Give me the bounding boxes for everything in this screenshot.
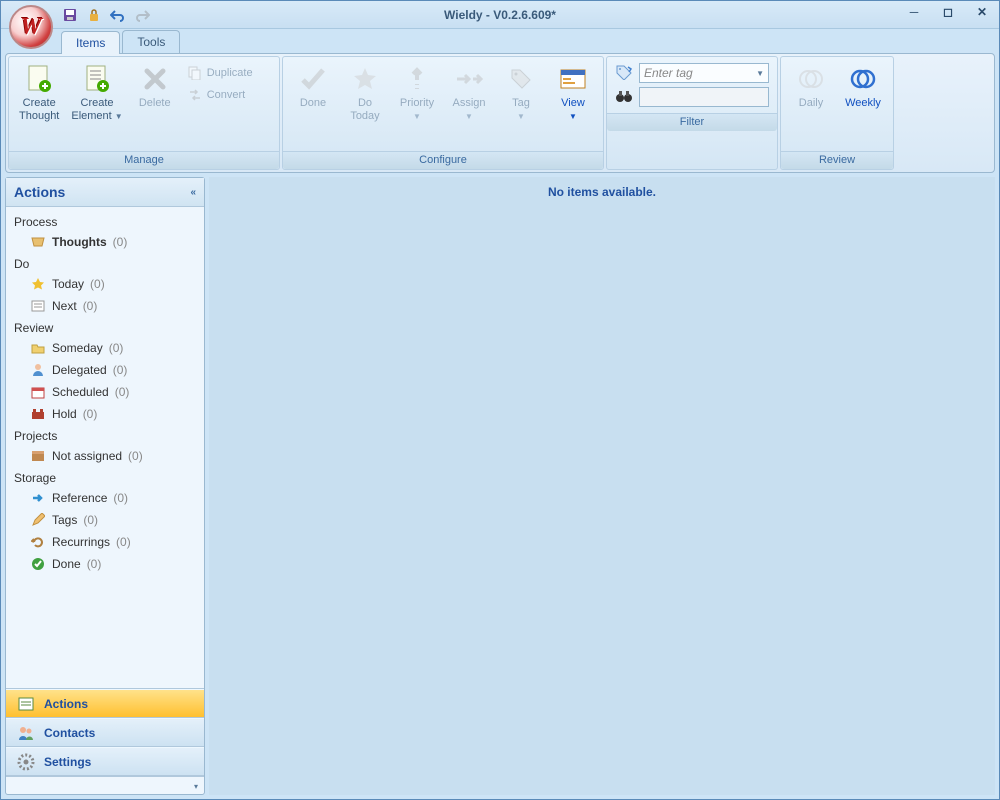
main-panel: No items available.	[209, 177, 995, 795]
section-projects: Projects	[6, 425, 204, 445]
tree-item-thoughts[interactable]: Thoughts (0)	[6, 231, 204, 253]
ribbon-group-configure: Configure	[283, 151, 603, 169]
ribbon-group-filter: Filter	[607, 113, 777, 131]
view-icon	[557, 63, 589, 95]
collapse-icon[interactable]: «	[190, 187, 196, 198]
quick-access-toolbar	[61, 6, 151, 24]
app-logo[interactable]: W	[9, 5, 53, 49]
tree-item-delegated[interactable]: Delegated (0)	[6, 359, 204, 381]
tree-item-done[interactable]: Done (0)	[6, 553, 204, 575]
tree-item-recurrings[interactable]: Recurrings (0)	[6, 531, 204, 553]
create-thought-button[interactable]: Create Thought	[15, 61, 63, 124]
daily-icon	[795, 63, 827, 95]
inbox-icon	[30, 234, 46, 250]
pencil-icon	[30, 512, 46, 528]
ribbon-group-review: Review	[781, 151, 893, 169]
recur-icon	[30, 534, 46, 550]
list-add-icon	[81, 63, 113, 95]
nav-settings[interactable]: Settings	[6, 747, 204, 776]
daily-button: Daily	[787, 61, 835, 112]
star-icon	[30, 276, 46, 292]
check-circle-icon	[30, 556, 46, 572]
tree-item-hold[interactable]: Hold (0)	[6, 403, 204, 425]
duplicate-button: Duplicate	[183, 63, 257, 83]
ribbon: Create Thought Create Element ▼ Delete D…	[5, 53, 995, 173]
minimize-button[interactable]: ─	[903, 3, 925, 21]
tree-item-today[interactable]: Today (0)	[6, 273, 204, 295]
do-today-button: Do Today	[341, 61, 389, 124]
nav-contacts[interactable]: Contacts	[6, 718, 204, 747]
binoculars-icon	[615, 88, 633, 107]
tag-button: Tag▼	[497, 61, 545, 124]
sidebar: Actions « Process Thoughts (0) Do Today …	[5, 177, 205, 795]
priority-button: Priority▼	[393, 61, 441, 124]
tree-item-not-assigned[interactable]: Not assigned (0)	[6, 445, 204, 467]
check-icon	[297, 63, 329, 95]
tree-item-someday[interactable]: Someday (0)	[6, 337, 204, 359]
nav-footer[interactable]: ▾	[6, 776, 204, 794]
contacts-icon	[16, 723, 36, 743]
arrow-icon	[30, 490, 46, 506]
box-icon	[30, 448, 46, 464]
section-review: Review	[6, 317, 204, 337]
nav-buttons: Actions Contacts Settings	[6, 688, 204, 776]
save-icon[interactable]	[61, 6, 79, 24]
hold-icon	[30, 406, 46, 422]
priority-icon	[401, 63, 433, 95]
sidebar-header: Actions «	[6, 178, 204, 207]
duplicate-icon	[187, 65, 203, 81]
assign-icon	[453, 63, 485, 95]
nav-actions[interactable]: Actions	[6, 689, 204, 718]
tab-tools[interactable]: Tools	[122, 30, 180, 53]
section-do: Do	[6, 253, 204, 273]
close-button[interactable]: ✕	[971, 3, 993, 21]
tag-filter-icon	[615, 64, 633, 83]
maximize-button[interactable]: ◻	[937, 3, 959, 21]
delete-button: Delete	[131, 61, 179, 112]
convert-button: Convert	[183, 85, 257, 105]
section-process: Process	[6, 211, 204, 231]
done-button: Done	[289, 61, 337, 112]
delete-icon	[139, 63, 171, 95]
person-icon	[30, 362, 46, 378]
sidebar-tree: Process Thoughts (0) Do Today (0) Next (…	[6, 207, 204, 688]
view-button[interactable]: View▼	[549, 61, 597, 124]
section-storage: Storage	[6, 467, 204, 487]
tree-item-scheduled[interactable]: Scheduled (0)	[6, 381, 204, 403]
folder-icon	[30, 340, 46, 356]
create-element-button[interactable]: Create Element ▼	[67, 61, 126, 124]
empty-message: No items available.	[217, 185, 987, 199]
app-window: W Wieldy - V0.2.6.609* ─ ◻ ✕ Items Tools…	[0, 0, 1000, 800]
gear-icon	[16, 752, 36, 772]
tag-filter-combo[interactable]: Enter tag▼	[639, 63, 769, 83]
tree-item-tags[interactable]: Tags (0)	[6, 509, 204, 531]
tab-items[interactable]: Items	[61, 31, 120, 54]
document-add-icon	[23, 63, 55, 95]
assign-button: Assign▼	[445, 61, 493, 124]
weekly-button[interactable]: Weekly	[839, 61, 887, 112]
lock-icon[interactable]	[85, 6, 103, 24]
tree-item-next[interactable]: Next (0)	[6, 295, 204, 317]
redo-icon[interactable]	[133, 6, 151, 24]
titlebar: W Wieldy - V0.2.6.609* ─ ◻ ✕	[1, 1, 999, 29]
calendar-icon	[30, 384, 46, 400]
search-input[interactable]	[639, 87, 769, 107]
star-icon	[349, 63, 381, 95]
weekly-icon	[847, 63, 879, 95]
tag-icon	[505, 63, 537, 95]
undo-icon[interactable]	[109, 6, 127, 24]
list-icon	[30, 298, 46, 314]
convert-icon	[187, 87, 203, 103]
actions-icon	[16, 694, 36, 714]
ribbon-tabs: Items Tools	[1, 29, 999, 53]
ribbon-group-manage: Manage	[9, 151, 279, 169]
tree-item-reference[interactable]: Reference (0)	[6, 487, 204, 509]
window-title: Wieldy - V0.2.6.609*	[444, 8, 556, 22]
